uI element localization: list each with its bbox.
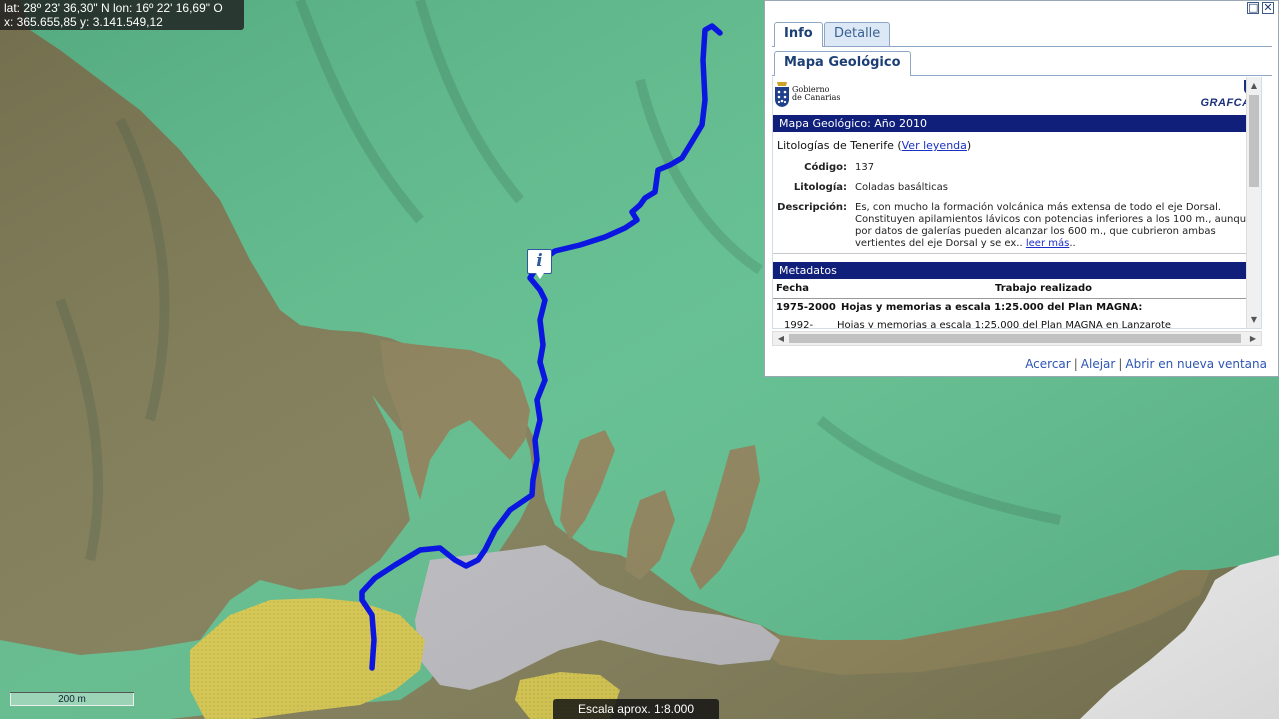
link-separator: | (1073, 357, 1078, 371)
descripcion-value: Es, con mucho la formación volcánica más… (855, 202, 1255, 250)
codigo-value: 137 (855, 162, 875, 173)
litologia-value: Coladas basálticas (855, 182, 948, 193)
descripcion-end: .. (1069, 238, 1076, 249)
coords-xy: x: 365.655,85 y: 3.141.549,12 (4, 15, 163, 29)
meta-fecha: 1992- (784, 320, 814, 329)
alejar-link[interactable]: Alejar (1081, 357, 1116, 371)
divider (773, 253, 1257, 254)
litologia-label: Litología: (793, 182, 847, 193)
scale-bar: 200 m (10, 692, 134, 706)
info-panel: □ ✕ Info Detalle Mapa Geológico Gobierno… (764, 0, 1279, 377)
scroll-up-icon[interactable]: ▲ (1247, 79, 1261, 93)
meta-fecha: 1975-2000 (776, 302, 836, 313)
horizontal-scrollbar[interactable]: ◀ ▶ (772, 331, 1262, 346)
acercar-link[interactable]: Acercar (1025, 357, 1071, 371)
vertical-scroll-thumb[interactable] (1249, 95, 1259, 187)
abrir-nueva-ventana-link[interactable]: Abrir en nueva ventana (1125, 357, 1267, 371)
main-tabs: Info Detalle (772, 21, 1272, 47)
meta-trabajo: Hojas y memorias a escala 1:25.000 del P… (841, 302, 1143, 313)
gobierno-line2: de Canarias (792, 93, 841, 102)
info-marker-icon[interactable]: i (527, 249, 552, 279)
codigo-label: Código: (804, 162, 847, 173)
gobierno-canarias-logo: Gobierno de Canarias (774, 80, 840, 108)
restore-icon[interactable]: □ (1247, 2, 1259, 14)
info-content[interactable]: Gobierno de Canarias GRAFCAN Mapa Geológ… (772, 77, 1262, 329)
scale-text: Escala aprox. 1:8.000 (553, 699, 719, 719)
scroll-down-icon[interactable]: ▼ (1247, 313, 1261, 327)
metadatos-header: Fecha Trabajo realizado (773, 283, 1257, 299)
sub-tabs: Mapa Geológico (772, 50, 1272, 76)
coords-latlon: lat: 28º 23' 36,30" N lon: 16º 22' 16,69… (4, 1, 223, 15)
col-fecha: Fecha (776, 283, 810, 294)
panel-links: Acercar | Alejar | Abrir en nueva ventana (1025, 357, 1267, 371)
leer-mas-link[interactable]: leer más (1026, 238, 1069, 249)
link-separator: | (1118, 357, 1123, 371)
tab-info[interactable]: Info (774, 22, 823, 47)
litologias-line: Litologías de Tenerife (Ver leyenda) (777, 139, 971, 152)
tab-mapa-geologico[interactable]: Mapa Geológico (774, 51, 911, 76)
coordinates-readout: lat: 28º 23' 36,30" N lon: 16º 22' 16,69… (0, 0, 244, 30)
scroll-left-icon[interactable]: ◀ (774, 332, 788, 345)
col-trabajo: Trabajo realizado (995, 283, 1093, 294)
horizontal-scroll-thumb[interactable] (789, 334, 1241, 343)
litologias-prefix: Litologías de Tenerife ( (777, 139, 902, 152)
canarias-shield-icon (775, 82, 789, 107)
tab-detalle[interactable]: Detalle (824, 22, 891, 46)
litologias-suffix: ) (966, 139, 972, 152)
vertical-scrollbar[interactable]: ▲ ▼ (1246, 77, 1261, 328)
close-icon[interactable]: ✕ (1262, 2, 1274, 14)
section-metadatos-title: Metadatos (773, 262, 1257, 279)
window-controls: □ ✕ (1247, 2, 1274, 16)
meta-trabajo: Hojas y memorias a escala 1:25.000 del P… (837, 320, 1172, 329)
ver-leyenda-link[interactable]: Ver leyenda (902, 139, 967, 152)
scroll-right-icon[interactable]: ▶ (1246, 332, 1260, 345)
descripcion-label: Descripción: (777, 202, 847, 213)
section-mapa-geologico-title: Mapa Geológico: Año 2010 (773, 115, 1257, 132)
